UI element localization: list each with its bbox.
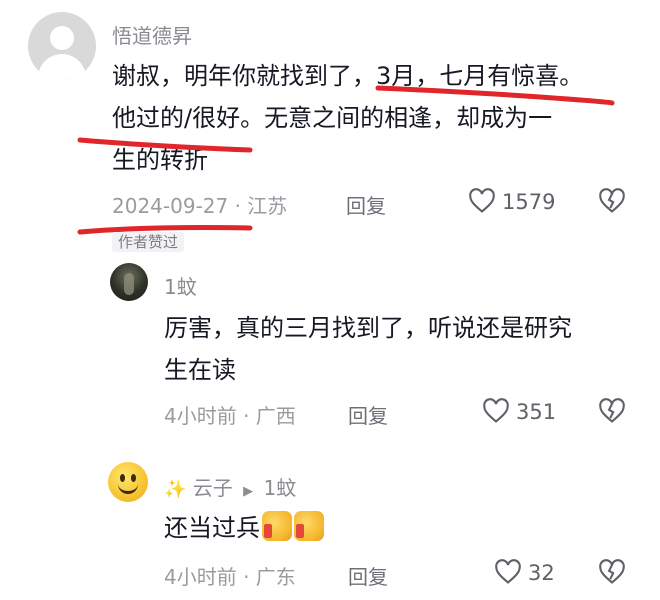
reply-arrow-icon: ▶ bbox=[243, 484, 254, 499]
heart-icon[interactable] bbox=[468, 188, 496, 214]
comment-reply-button[interactable]: 回复 bbox=[346, 190, 386, 219]
dislike-heart-icon[interactable] bbox=[598, 188, 626, 214]
reply-2-text-row: 还当过兵 bbox=[164, 508, 324, 548]
reply-1-avatar[interactable] bbox=[110, 263, 148, 301]
comment-text-line-3: 生的转折 bbox=[112, 146, 208, 174]
reply-2-header: ✨ 云子 ▶ 1蚊 bbox=[164, 472, 296, 501]
reply-2-meta: 4小时前 · 广东 bbox=[164, 565, 296, 589]
avatar-head-shape bbox=[50, 26, 74, 50]
comment-text-line-2: 他过的/很好。无意之间的相逢，却成为一 bbox=[112, 104, 553, 132]
dislike-heart-icon[interactable] bbox=[598, 559, 626, 585]
avatar-photo-figure bbox=[124, 273, 134, 295]
comment-date-location: 2024-09-27 · 江苏 bbox=[112, 194, 288, 218]
heart-icon[interactable] bbox=[494, 559, 522, 585]
reply-2-reply-to[interactable]: 1蚊 bbox=[264, 476, 297, 500]
reply-2-like-count: 32 bbox=[528, 561, 555, 585]
author-liked-badge: 作者赞过 bbox=[112, 232, 185, 252]
reply-1-meta: 4小时前 · 广西 bbox=[164, 404, 296, 428]
reply-1-like-count: 351 bbox=[516, 400, 557, 424]
comment-like-count: 1579 bbox=[502, 190, 556, 214]
sparkle-icon: ✨ bbox=[164, 479, 187, 500]
reply-2-reply-button[interactable]: 回复 bbox=[348, 561, 388, 590]
reply-2-username[interactable]: 云子 bbox=[193, 476, 233, 500]
user-avatar-default[interactable] bbox=[28, 12, 96, 80]
comment-text-line-1: 谢叔，明年你就找到了，3月，七月有惊喜。 bbox=[112, 62, 584, 90]
avatar-body-shape bbox=[38, 54, 86, 80]
smiley-mouth bbox=[118, 480, 138, 494]
reply-1-username[interactable]: 1蚊 bbox=[164, 271, 197, 300]
dislike-heart-icon[interactable] bbox=[598, 398, 626, 424]
reply-2-avatar-smiley[interactable] bbox=[108, 462, 148, 502]
reply-1-reply-button[interactable]: 回复 bbox=[348, 400, 388, 429]
reply-2-text: 还当过兵 bbox=[164, 514, 260, 542]
reply-1-text-line-1: 厉害，真的三月找到了，听说还是研究 bbox=[164, 314, 572, 342]
heart-icon[interactable] bbox=[482, 398, 510, 424]
thumbs-up-emoji bbox=[294, 511, 324, 541]
reply-1-text-line-2: 生在读 bbox=[164, 356, 236, 384]
comment-username[interactable]: 悟道德昇 bbox=[112, 20, 192, 49]
thumbs-up-emoji bbox=[262, 511, 292, 541]
